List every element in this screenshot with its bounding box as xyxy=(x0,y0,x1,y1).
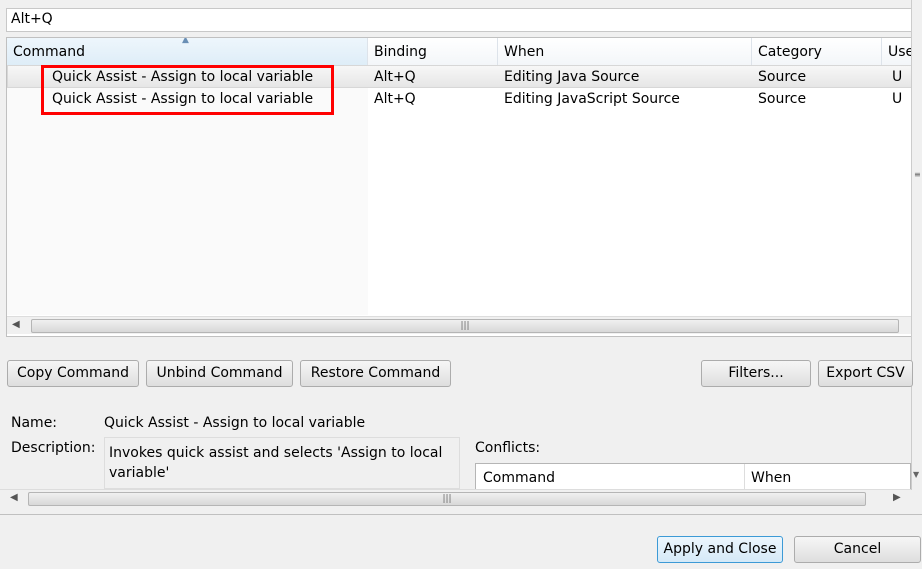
when-cell: Editing JavaScript Source xyxy=(504,91,680,107)
user-cell: U xyxy=(892,69,903,85)
name-value: Quick Assist - Assign to local variable xyxy=(104,415,366,431)
description-label: Description: xyxy=(11,440,96,456)
conflicts-table: Command When xyxy=(475,463,911,491)
scrollbar-thumb[interactable]: ||| xyxy=(31,319,899,333)
conflicts-label: Conflicts: xyxy=(475,440,541,456)
scroll-left-icon[interactable]: ◀ xyxy=(10,492,18,503)
divider xyxy=(0,514,922,515)
keys-table: Command ▲ Binding When Category Use Quick… xyxy=(6,37,916,337)
conflicts-column-when[interactable]: When xyxy=(744,464,797,491)
column-header-command[interactable]: Command ▲ xyxy=(7,38,368,65)
binding-cell: Alt+Q xyxy=(374,69,416,85)
user-cell: U xyxy=(892,91,903,107)
scrollbar-thumb[interactable]: ||| xyxy=(28,492,866,506)
column-header-category[interactable]: Category xyxy=(752,38,882,65)
export-csv-button[interactable]: Export CSV xyxy=(818,360,913,387)
filter-input[interactable]: Alt+Q xyxy=(6,8,916,32)
table-horizontal-scrollbar[interactable]: ◀ ||| xyxy=(7,316,915,334)
category-cell: Source xyxy=(758,69,807,85)
description-field[interactable]: Invokes quick assist and selects 'Assign… xyxy=(104,437,460,489)
restore-command-button[interactable]: Restore Command xyxy=(300,360,451,387)
binding-cell: Alt+Q xyxy=(374,91,416,107)
conflicts-column-command[interactable]: Command xyxy=(483,470,555,486)
scroll-left-icon[interactable]: ◀ xyxy=(12,319,20,330)
when-cell: Editing Java Source xyxy=(504,69,640,85)
category-cell: Source xyxy=(758,91,807,107)
cancel-button[interactable]: Cancel xyxy=(794,536,921,563)
unbind-command-button[interactable]: Unbind Command xyxy=(146,360,293,387)
highlight-box xyxy=(41,65,334,115)
sort-ascending-icon: ▲ xyxy=(182,37,189,45)
name-label: Name: xyxy=(11,415,58,431)
column-header-binding[interactable]: Binding xyxy=(368,38,498,65)
column-label: Command xyxy=(13,44,85,60)
vertical-scrollbar[interactable]: ≡ ▼ xyxy=(911,0,922,490)
copy-command-button[interactable]: Copy Command xyxy=(7,360,139,387)
filters-button[interactable]: Filters... xyxy=(701,360,811,387)
page-horizontal-scrollbar[interactable]: ◀ ||| ▶ xyxy=(0,489,911,507)
column-header-when[interactable]: When xyxy=(498,38,752,65)
scroll-right-icon[interactable]: ▶ xyxy=(893,492,901,503)
apply-and-close-button[interactable]: Apply and Close xyxy=(657,536,783,563)
